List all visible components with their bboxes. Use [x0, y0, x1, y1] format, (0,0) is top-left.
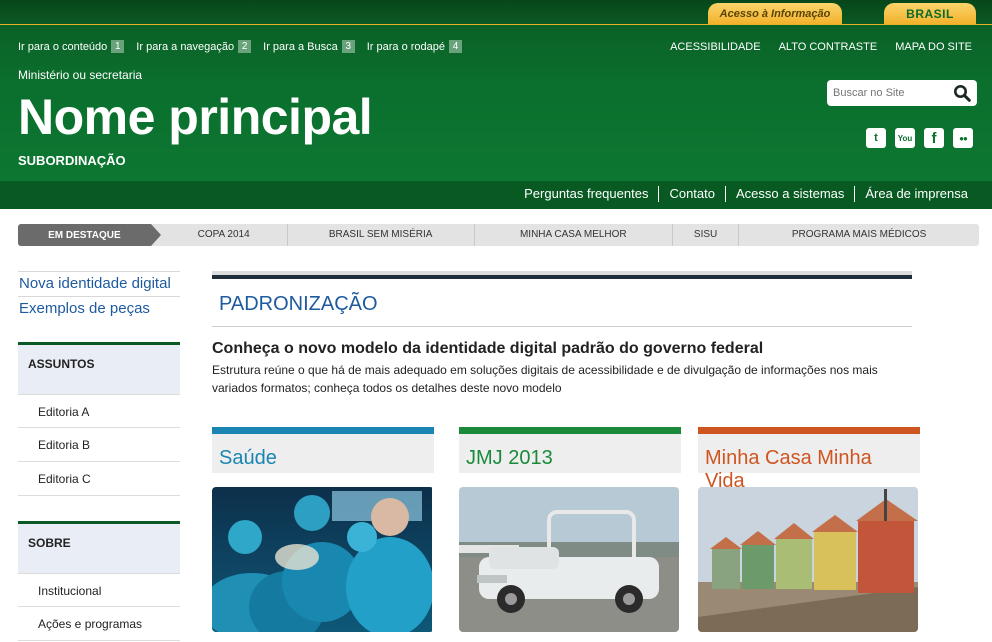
skip-link-navigation[interactable]: Ir para a navegação 2: [136, 40, 252, 53]
highlight-item[interactable]: SISU: [673, 224, 740, 246]
government-bar: Acesso à Informação BRASIL: [0, 0, 992, 25]
search-input[interactable]: [833, 87, 943, 99]
highlights-label: EM DESTAQUE: [18, 224, 161, 246]
systems-access-link[interactable]: Acesso a sistemas: [725, 186, 854, 202]
site-map-link[interactable]: MAPA DO SITE: [895, 41, 972, 53]
highlights-bar: EM DESTAQUE COPA 2014 BRASIL SEM MISÉRIA…: [18, 224, 979, 246]
twitter-icon[interactable]: t: [866, 128, 886, 148]
card-minha-casa[interactable]: Minha Casa Minha Vida: [698, 427, 920, 632]
subordination-label: SUBORDINAÇÃO: [18, 153, 126, 168]
section-top-rule: [212, 271, 912, 279]
contact-link[interactable]: Contato: [658, 186, 725, 202]
sidebar-link-examples[interactable]: Exemplos de peças: [18, 296, 180, 321]
skip-link-number: 4: [449, 40, 463, 53]
sidebar-section-title: ASSUNTOS: [18, 342, 180, 394]
surgery-image[interactable]: [212, 487, 434, 632]
skip-link-label: Ir para a Busca: [263, 40, 338, 53]
main-content: PADRONIZAÇÃO Conheça o novo modelo da id…: [212, 271, 912, 397]
sidebar-item[interactable]: Editoria A: [18, 394, 180, 428]
card-title[interactable]: Saúde: [212, 427, 434, 473]
skip-link-search[interactable]: Ir para a Busca 3: [263, 40, 355, 53]
houses-image[interactable]: [698, 487, 918, 632]
popemobile-image[interactable]: [459, 487, 679, 632]
site-title[interactable]: Nome principal: [18, 88, 373, 146]
press-area-link[interactable]: Área de imprensa: [854, 186, 978, 202]
card-saude[interactable]: Saúde: [212, 427, 434, 632]
accessibility-link[interactable]: ACESSIBILIDADE: [670, 41, 760, 53]
service-links: Perguntas frequentes Contato Acesso a si…: [514, 186, 978, 202]
highlight-item[interactable]: MINHA CASA MELHOR: [475, 224, 673, 246]
search-box: [827, 80, 977, 106]
skip-link-number: 1: [111, 40, 125, 53]
skip-link-content[interactable]: Ir para o conteúdo 1: [18, 40, 125, 53]
sidebar-section-title: SOBRE: [18, 521, 180, 573]
skip-link-label: Ir para o conteúdo: [18, 40, 108, 53]
sidebar-link-new-identity[interactable]: Nova identidade digital: [18, 271, 180, 296]
skip-links: Ir para o conteúdo 1 Ir para a navegação…: [18, 40, 463, 53]
highlight-item[interactable]: COPA 2014: [161, 224, 288, 246]
site-header: Acesso à Informação BRASIL Ir para o con…: [0, 0, 992, 209]
flickr-icon[interactable]: ●●: [953, 128, 973, 148]
section-title: PADRONIZAÇÃO: [212, 279, 912, 327]
skip-link-footer[interactable]: Ir para o rodapé 4: [366, 40, 463, 53]
brasil-logo-link[interactable]: BRASIL: [884, 3, 976, 24]
sidebar: Nova identidade digital Exemplos de peça…: [18, 271, 180, 641]
skip-link-number: 3: [341, 40, 355, 53]
skip-link-label: Ir para o rodapé: [366, 40, 446, 53]
highlight-item[interactable]: PROGRAMA MAIS MÉDICOS: [739, 224, 979, 246]
card-title[interactable]: JMJ 2013: [459, 427, 681, 473]
skip-link-label: Ir para a navegação: [136, 40, 235, 53]
high-contrast-link[interactable]: ALTO CONTRASTE: [779, 41, 878, 53]
sidebar-item[interactable]: Editoria C: [18, 462, 180, 496]
ministry-name: Ministério ou secretaria: [18, 68, 143, 82]
search-icon[interactable]: [953, 84, 971, 102]
sidebar-item[interactable]: Editoria B: [18, 428, 180, 462]
card-jmj[interactable]: JMJ 2013: [459, 427, 681, 632]
facebook-icon[interactable]: f: [924, 128, 944, 148]
faq-link[interactable]: Perguntas frequentes: [514, 186, 658, 202]
social-links: t You f ●●: [866, 128, 973, 148]
highlight-item[interactable]: BRASIL SEM MISÉRIA: [288, 224, 475, 246]
acesso-informacao-link[interactable]: Acesso à Informação: [708, 3, 842, 24]
sidebar-item[interactable]: Ações e programas: [18, 607, 180, 641]
card-title[interactable]: Minha Casa Minha Vida: [698, 427, 920, 492]
headline[interactable]: Conheça o novo modelo da identidade digi…: [212, 340, 912, 358]
utility-links: ACESSIBILIDADE ALTO CONTRASTE MAPA DO SI…: [670, 41, 972, 53]
youtube-icon[interactable]: You: [895, 128, 915, 148]
lead-text: Estrutura reúne o que há de mais adequad…: [212, 363, 878, 395]
sidebar-item[interactable]: Institucional: [18, 573, 180, 607]
skip-link-number: 2: [238, 40, 252, 53]
